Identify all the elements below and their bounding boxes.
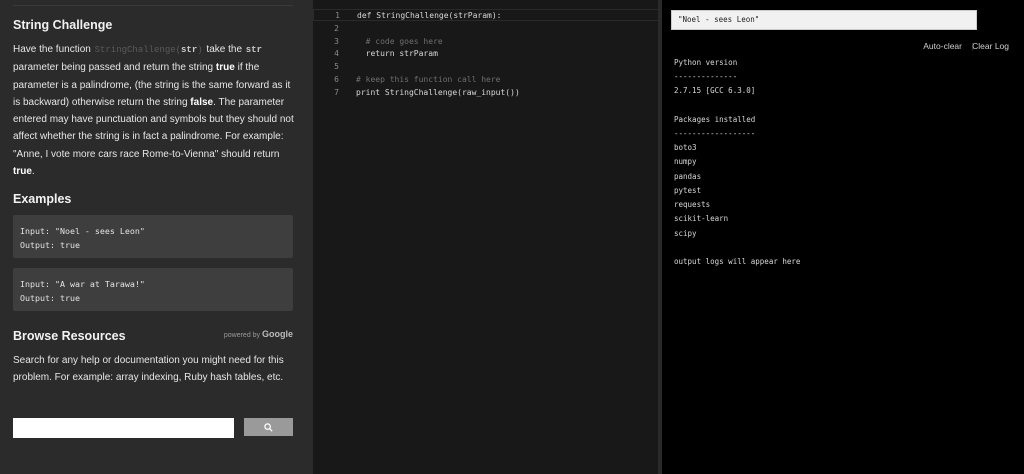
- true-keyword: true: [13, 166, 32, 178]
- resource-search-input[interactable]: [13, 418, 234, 438]
- desc-text: .: [31, 166, 35, 178]
- examples-heading: Examples: [13, 192, 72, 206]
- console-output-line: pandas: [674, 172, 702, 181]
- example-output: Output: true: [20, 240, 80, 250]
- code-line[interactable]: 4 return strParam: [313, 48, 660, 60]
- code-editor[interactable]: 1 def StringChallenge(strParam): 2 3 # co…: [313, 0, 660, 474]
- code-comment: # keep this function call here: [356, 75, 501, 84]
- console-output-line: scipy: [674, 229, 697, 238]
- console-panel: "Noel - sees Leon" Auto-clear | Clear Lo…: [662, 0, 1024, 474]
- code-line[interactable]: 1 def StringChallenge(strParam):: [313, 9, 660, 21]
- console-output-line: output logs will appear here: [674, 257, 801, 266]
- desc-text: take the: [203, 44, 245, 55]
- line-number: 2: [334, 24, 339, 33]
- console-output-line: ------------------: [674, 129, 756, 138]
- line-number: 5: [334, 62, 339, 71]
- top-divider: [13, 0, 293, 6]
- line-number: 1: [335, 11, 340, 20]
- challenge-panel: String Challenge Have the function Strin…: [0, 0, 313, 474]
- code-line[interactable]: 7 print StringChallenge(raw_input()): [313, 87, 660, 99]
- code-text: print StringChallenge(raw_input()): [356, 88, 520, 97]
- code-line[interactable]: 2: [313, 23, 660, 35]
- search-button[interactable]: [244, 418, 293, 436]
- desc-text: Have the function: [13, 44, 94, 55]
- desc-text: parameter being passed and return the st…: [13, 62, 216, 74]
- search-icon: [264, 423, 273, 432]
- example-input: Input: "A war at Tarawa!": [20, 279, 145, 289]
- console-output-line: Python version: [674, 58, 738, 67]
- powered-by-google: powered by Google: [223, 329, 293, 339]
- stdin-input[interactable]: "Noel - sees Leon": [671, 10, 977, 30]
- auto-clear-toggle[interactable]: Auto-clear: [923, 41, 962, 51]
- resources-heading: Browse Resources: [13, 329, 126, 343]
- console-output-line: pytest: [674, 186, 702, 195]
- console-output-line: boto3: [674, 143, 697, 152]
- param-code: str: [245, 45, 262, 55]
- function-name-code: StringChallenge(str): [94, 45, 203, 55]
- code-line[interactable]: 3 # code goes here: [313, 36, 660, 48]
- code-line[interactable]: 5: [313, 61, 660, 73]
- example-input: Input: "Noel - sees Leon": [20, 226, 145, 236]
- line-number: 4: [334, 49, 339, 58]
- challenge-description: Have the function StringChallenge(str) t…: [13, 41, 298, 180]
- clear-log-button[interactable]: Clear Log: [972, 41, 1009, 51]
- google-logo: Google: [262, 329, 293, 339]
- resources-text: Search for any help or documentation you…: [13, 355, 284, 383]
- console-output-line: numpy: [674, 157, 697, 166]
- true-keyword: true: [215, 62, 235, 74]
- challenge-title: String Challenge: [13, 18, 113, 32]
- line-number: 6: [334, 75, 339, 84]
- example-output: Output: true: [20, 293, 80, 303]
- console-output-line: requests: [674, 200, 711, 209]
- console-output-line: scikit-learn: [674, 214, 729, 223]
- console-output-line: 2.7.15 [GCC 6.3.0]: [674, 86, 756, 95]
- example-box: Input: "A war at Tarawa!" Output: true: [13, 268, 293, 311]
- line-number: 3: [334, 37, 339, 46]
- line-number: 7: [334, 88, 339, 97]
- code-line[interactable]: 6 # keep this function call here: [313, 74, 660, 86]
- console-output-line: --------------: [674, 72, 738, 81]
- console-output-line: Packages installed: [674, 115, 756, 124]
- example-box: Input: "Noel - sees Leon" Output: true: [13, 215, 293, 258]
- code-text: def StringChallenge(strParam):: [357, 11, 502, 20]
- code-text: return strParam: [356, 49, 438, 58]
- false-keyword: false: [190, 96, 214, 108]
- code-comment: # code goes here: [356, 37, 443, 46]
